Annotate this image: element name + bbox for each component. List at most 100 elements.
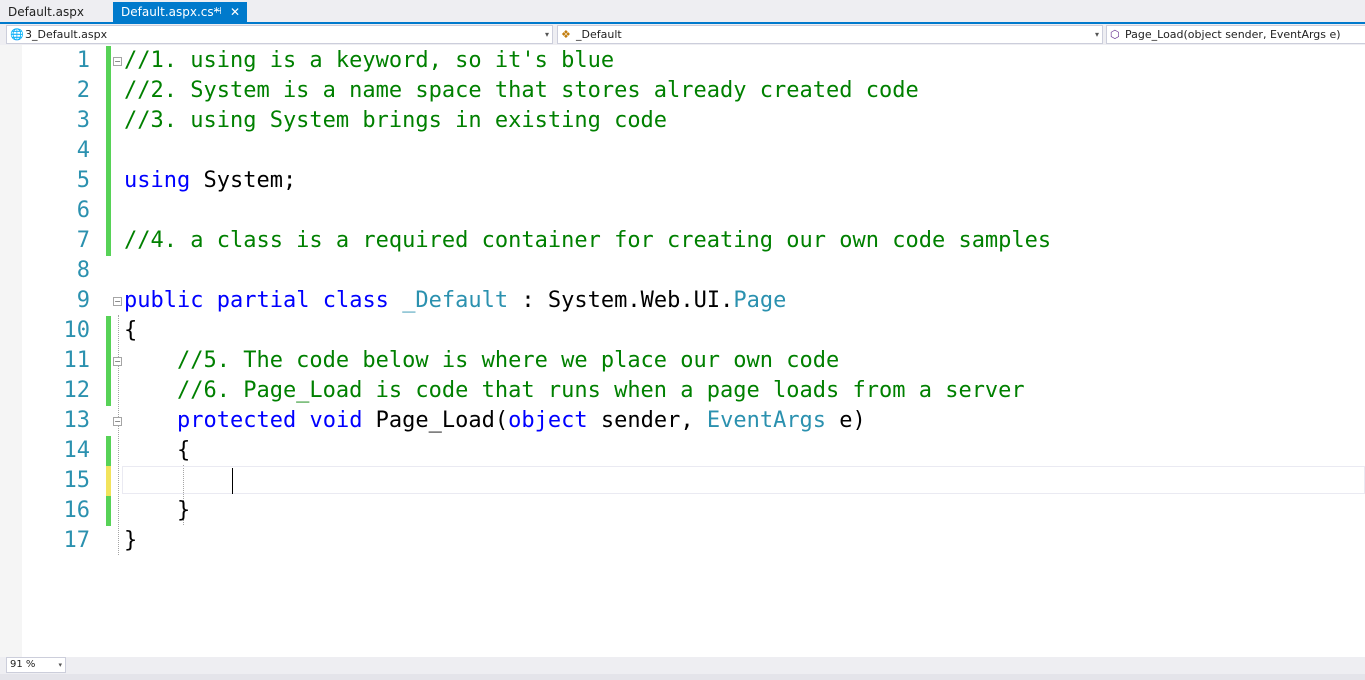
change-marker-saved: [106, 106, 111, 136]
globe-icon: 🌐: [10, 28, 24, 41]
collapse-icon[interactable]: −: [113, 417, 122, 426]
code-editor[interactable]: 1 − //1. using is a keyword, so it's blu…: [0, 45, 1365, 657]
project-dropdown[interactable]: 🌐 3_Default.aspx ▾: [6, 25, 553, 44]
code-line-14: 14 {: [0, 436, 1365, 466]
zoom-dropdown[interactable]: 91 % ▾: [6, 657, 66, 673]
code-text: protected void Page_Load(object sender, …: [124, 406, 866, 436]
code-line-13: 13 − protected void Page_Load(object sen…: [0, 406, 1365, 436]
method-icon: ⬡: [1110, 28, 1120, 41]
collapse-icon[interactable]: −: [113, 297, 122, 306]
change-marker-saved: [106, 136, 111, 166]
document-tab-strip: Default.aspx Default.aspx.cs* ⊣ ✕: [0, 0, 1365, 24]
code-line-9: 9 − public partial class _Default : Syst…: [0, 286, 1365, 316]
line-number: 11: [63, 348, 91, 373]
code-text: //4. a class is a required container for…: [124, 228, 1052, 253]
line-number: 12: [63, 378, 91, 403]
tab-label: Default.aspx.cs*: [121, 5, 220, 19]
line-number: 3: [76, 108, 90, 133]
code-text: }: [124, 498, 191, 523]
keyword-token: class: [322, 288, 389, 313]
code-line-8: 8: [0, 256, 1365, 286]
horizontal-scrollbar[interactable]: [0, 674, 1365, 680]
project-dropdown-value: 3_Default.aspx: [25, 28, 108, 41]
code-line-15: 15: [0, 466, 1365, 496]
chevron-down-icon: ▾: [544, 30, 549, 39]
line-number: 10: [63, 318, 91, 343]
code-line-4: 4: [0, 136, 1365, 166]
code-token: e): [826, 408, 866, 433]
change-marker-saved: [106, 46, 111, 76]
line-number: 16: [63, 498, 91, 523]
line-number: 14: [63, 438, 91, 463]
line-number: 8: [76, 258, 90, 283]
tab-default-aspx[interactable]: Default.aspx: [0, 2, 112, 22]
code-line-17: 17 }: [0, 526, 1365, 556]
class-dropdown-value: _Default: [576, 28, 622, 41]
keyword-token: using: [124, 168, 191, 193]
tab-label: Default.aspx: [8, 5, 84, 19]
change-marker-saved: [106, 346, 111, 376]
code-text: {: [124, 318, 138, 343]
change-marker-saved: [106, 316, 111, 346]
change-marker-unsaved: [106, 466, 111, 496]
class-icon: ❖: [561, 28, 571, 41]
line-number: 6: [76, 198, 90, 223]
code-text: using System;: [124, 166, 296, 196]
member-dropdown-value: Page_Load(object sender, EventArgs e): [1125, 28, 1341, 41]
code-token: : System.Web.UI.: [508, 288, 734, 313]
pin-icon[interactable]: ⊣: [213, 2, 222, 22]
chevron-down-icon: ▾: [1094, 30, 1099, 39]
code-text: //3. using System brings in existing cod…: [124, 108, 668, 133]
editor-bottom-bar: 91 % ▾: [0, 657, 1365, 674]
text-caret: [232, 468, 233, 494]
code-text: public partial class _Default : System.W…: [124, 286, 786, 316]
line-number: 7: [76, 228, 90, 253]
zoom-value: 91 %: [10, 659, 36, 670]
code-line-7: 7 //4. a class is a required container f…: [0, 226, 1365, 256]
change-marker-saved: [106, 76, 111, 106]
keyword-token: partial: [216, 288, 310, 313]
line-number: 13: [63, 408, 91, 433]
type-token: EventArgs: [706, 408, 827, 433]
collapse-icon[interactable]: −: [113, 357, 122, 366]
chevron-down-icon: ▾: [58, 661, 62, 669]
navigation-bar: 🌐 3_Default.aspx ▾ ❖ _Default ▾ ⬡ Page_L…: [0, 24, 1365, 45]
code-line-5: 5 using System;: [0, 166, 1365, 196]
line-number: 17: [63, 528, 91, 553]
line-number: 2: [76, 78, 90, 103]
code-line-2: 2 //2. System is a name space that store…: [0, 76, 1365, 106]
class-dropdown[interactable]: ❖ _Default ▾: [557, 25, 1103, 44]
keyword-token: void: [309, 408, 363, 433]
code-line-6: 6: [0, 196, 1365, 226]
code-line-16: 16 }: [0, 496, 1365, 526]
line-number: 1: [76, 48, 90, 73]
type-token: _Default: [402, 288, 509, 313]
keyword-token: protected: [176, 408, 297, 433]
code-token: sender,: [587, 408, 707, 433]
close-icon[interactable]: ✕: [230, 2, 240, 22]
code-line-10: 10 {: [0, 316, 1365, 346]
code-line-12: 12 //6. Page_Load is code that runs when…: [0, 376, 1365, 406]
change-marker-saved: [106, 166, 111, 196]
code-text: {: [124, 438, 191, 463]
line-number: 4: [76, 138, 90, 163]
change-marker-saved: [106, 226, 111, 256]
code-text: //6. Page_Load is code that runs when a …: [124, 378, 1025, 403]
collapse-icon[interactable]: −: [113, 57, 122, 66]
change-marker-saved: [106, 376, 111, 406]
line-number: 15: [63, 468, 91, 493]
line-number: 9: [76, 288, 90, 313]
keyword-token: public: [124, 288, 204, 313]
code-token: System;: [190, 168, 297, 193]
code-text: //1. using is a keyword, so it's blue: [124, 48, 615, 73]
change-marker-saved: [106, 196, 111, 226]
code-token: Page_Load(: [362, 408, 509, 433]
tab-default-aspx-cs[interactable]: Default.aspx.cs* ⊣ ✕: [113, 2, 247, 22]
member-dropdown[interactable]: ⬡ Page_Load(object sender, EventArgs e): [1106, 25, 1365, 44]
code-line-1: 1 − //1. using is a keyword, so it's blu…: [0, 46, 1365, 76]
